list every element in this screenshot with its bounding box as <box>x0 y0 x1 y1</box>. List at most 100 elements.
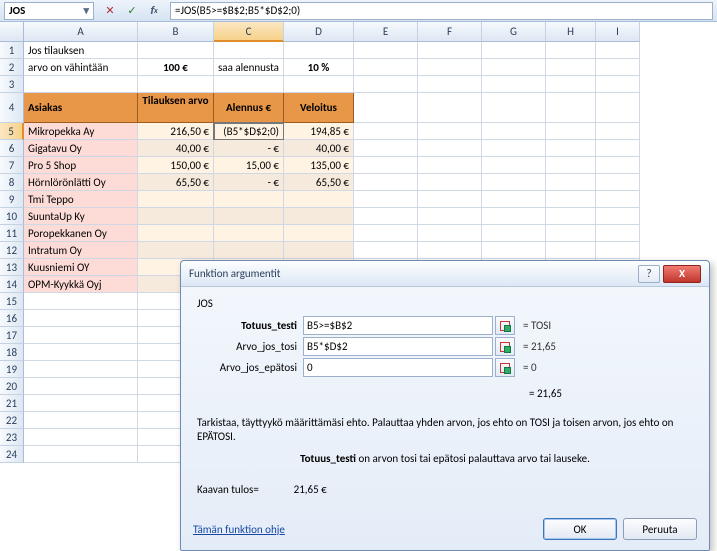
cell[interactable] <box>482 157 546 174</box>
cell[interactable] <box>418 225 482 242</box>
row-header[interactable]: 8 <box>0 174 24 191</box>
row-header[interactable]: 22 <box>0 412 24 429</box>
cell[interactable] <box>24 310 138 327</box>
cell[interactable] <box>354 174 418 191</box>
select-all-corner[interactable] <box>0 22 24 42</box>
cell[interactable] <box>214 208 284 225</box>
cell[interactable]: saa alennusta <box>214 59 284 76</box>
range-select-icon[interactable] <box>495 316 515 335</box>
name-box[interactable]: JOS ▾ <box>4 2 94 20</box>
col-header[interactable]: D <box>284 22 354 42</box>
close-icon[interactable]: X <box>663 265 701 283</box>
cell[interactable] <box>418 42 482 59</box>
cell[interactable] <box>354 59 418 76</box>
cell[interactable]: Tilauksen arvo <box>138 93 214 123</box>
cell[interactable]: Asiakas <box>24 93 138 123</box>
cell[interactable] <box>24 76 138 93</box>
col-header[interactable]: H <box>546 22 596 42</box>
cell[interactable] <box>482 76 546 93</box>
cell[interactable] <box>138 42 214 59</box>
cell[interactable] <box>24 412 138 429</box>
cell[interactable] <box>418 191 482 208</box>
cell[interactable] <box>546 123 596 140</box>
cell[interactable] <box>596 42 640 59</box>
active-cell[interactable]: (B5*$D$2;0) <box>214 123 284 140</box>
row-header[interactable]: 20 <box>0 378 24 395</box>
cell[interactable] <box>418 242 482 259</box>
cancel-formula-icon[interactable]: ✕ <box>100 2 120 20</box>
arg-input-totuus-testi[interactable] <box>303 316 493 335</box>
row-header[interactable]: 4 <box>0 93 24 123</box>
row-header[interactable]: 2 <box>0 59 24 76</box>
cell[interactable]: arvo on vähintään <box>24 59 138 76</box>
cell[interactable] <box>482 174 546 191</box>
cell[interactable]: 135,00 € <box>284 157 354 174</box>
cell[interactable] <box>418 174 482 191</box>
cell[interactable] <box>482 191 546 208</box>
cell[interactable] <box>418 208 482 225</box>
cell[interactable]: Tmi Teppo <box>24 191 138 208</box>
chevron-down-icon[interactable]: ▾ <box>83 4 89 17</box>
cell[interactable]: - € <box>214 174 284 191</box>
cell[interactable] <box>138 191 214 208</box>
cell[interactable] <box>418 93 482 123</box>
cell[interactable] <box>284 208 354 225</box>
row-header[interactable]: 19 <box>0 361 24 378</box>
cell[interactable]: Gigatavu Oy <box>24 140 138 157</box>
cell[interactable] <box>418 140 482 157</box>
formula-input[interactable] <box>170 2 713 20</box>
cell[interactable]: Kuusniemi OY <box>24 259 138 276</box>
cell[interactable]: Veloitus <box>284 93 354 123</box>
help-link[interactable]: Tämän funktion ohje <box>193 523 285 536</box>
cell[interactable] <box>546 225 596 242</box>
cell[interactable] <box>596 93 640 123</box>
row-header[interactable]: 3 <box>0 76 24 93</box>
row-header[interactable]: 1 <box>0 42 24 59</box>
cell[interactable] <box>418 59 482 76</box>
dialog-titlebar[interactable]: Funktion argumentit ? X <box>181 261 709 287</box>
help-icon[interactable]: ? <box>638 265 660 283</box>
col-header[interactable]: B <box>138 22 214 42</box>
cell[interactable] <box>214 225 284 242</box>
cell[interactable] <box>214 42 284 59</box>
row-header[interactable]: 10 <box>0 208 24 225</box>
row-header[interactable]: 17 <box>0 327 24 344</box>
col-header[interactable]: E <box>354 22 418 42</box>
fx-icon[interactable]: fx <box>144 2 164 20</box>
arg-input-arvo-jos-epatosi[interactable] <box>303 358 493 377</box>
cell[interactable] <box>418 123 482 140</box>
cell[interactable]: 15,00 € <box>214 157 284 174</box>
cell[interactable] <box>546 191 596 208</box>
row-header[interactable]: 21 <box>0 395 24 412</box>
cell[interactable] <box>214 242 284 259</box>
cell[interactable] <box>354 225 418 242</box>
cell[interactable] <box>482 225 546 242</box>
cell[interactable] <box>596 59 640 76</box>
cell[interactable]: Mikropekka Ay <box>24 123 138 140</box>
cell[interactable] <box>284 42 354 59</box>
cell[interactable] <box>482 242 546 259</box>
cell[interactable] <box>596 208 640 225</box>
cell[interactable]: 216,50 € <box>138 123 214 140</box>
cell[interactable]: Jos tilauksen <box>24 42 138 59</box>
cell[interactable]: 194,85 € <box>284 123 354 140</box>
cell[interactable] <box>418 76 482 93</box>
cell[interactable] <box>418 157 482 174</box>
cell[interactable] <box>284 225 354 242</box>
row-header[interactable]: 18 <box>0 344 24 361</box>
cell[interactable]: 40,00 € <box>284 140 354 157</box>
cell[interactable] <box>546 157 596 174</box>
row-header[interactable]: 23 <box>0 429 24 446</box>
cell[interactable] <box>138 225 214 242</box>
cell[interactable] <box>596 76 640 93</box>
cell[interactable] <box>354 76 418 93</box>
cell[interactable] <box>482 140 546 157</box>
cell[interactable] <box>24 327 138 344</box>
col-header[interactable]: C <box>214 22 284 42</box>
cell[interactable] <box>354 157 418 174</box>
cell[interactable] <box>354 93 418 123</box>
accept-formula-icon[interactable]: ✓ <box>122 2 142 20</box>
cell[interactable] <box>354 208 418 225</box>
row-header[interactable]: 24 <box>0 446 24 463</box>
cell[interactable] <box>596 225 640 242</box>
